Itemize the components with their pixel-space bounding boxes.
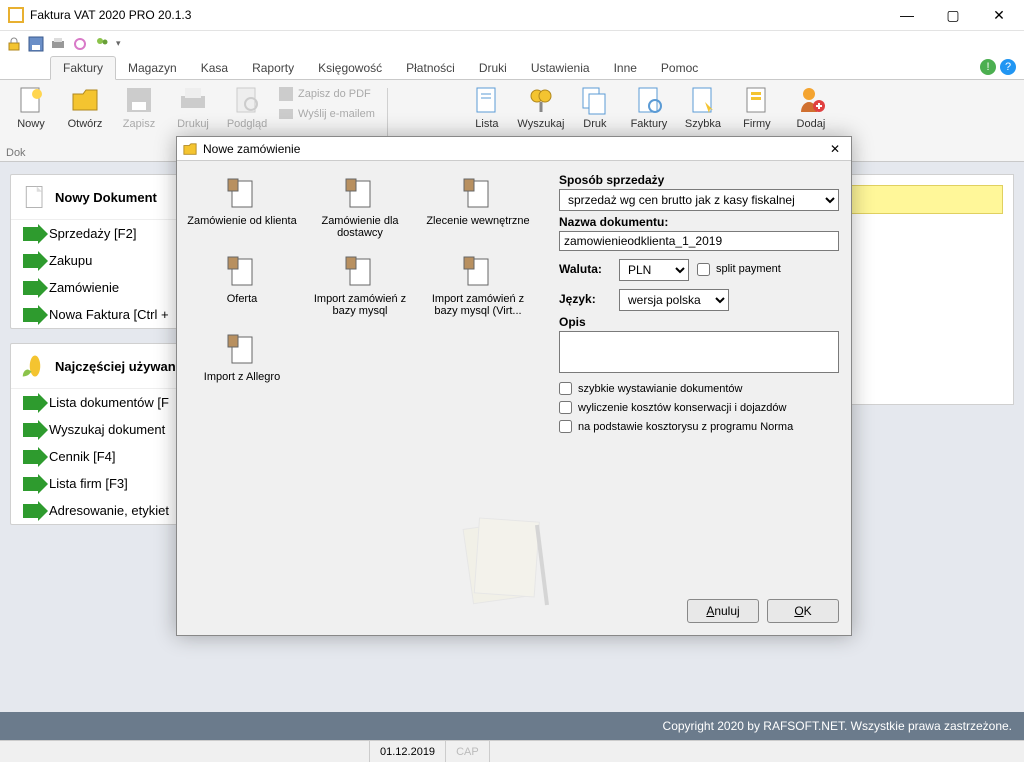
arrow-icon (23, 477, 41, 491)
arrow-icon (23, 396, 41, 410)
lbl-sposob: Sposób sprzedaży (559, 173, 839, 187)
info-icon[interactable]: ! (980, 59, 996, 75)
lbl-nazwa: Nazwa dokumentu: (559, 215, 839, 229)
tab-druki[interactable]: Druki (467, 57, 519, 79)
select-jezyk[interactable]: wersja polska (619, 289, 729, 311)
tab-platnosci[interactable]: Płatności (394, 57, 467, 79)
settings-icon[interactable] (72, 36, 88, 52)
help-icon[interactable]: ? (1000, 59, 1016, 75)
quick-access-toolbar: ▾ (0, 30, 1024, 56)
rb-otworz[interactable]: Otwórz (60, 84, 110, 157)
titlebar: Faktura VAT 2020 PRO 20.1.3 — ▢ ✕ (0, 0, 1024, 30)
select-sposob[interactable]: sprzedaż wg cen brutto jak z kasy fiskal… (559, 189, 839, 211)
close-button[interactable]: ✕ (976, 0, 1022, 30)
tab-faktury[interactable]: Faktury (50, 56, 116, 80)
dlg-item-zlecenie[interactable]: Zlecenie wewnętrzne (419, 175, 537, 239)
lbl-waluta: Waluta: (559, 262, 611, 276)
textarea-opis[interactable] (559, 331, 839, 373)
corn-icon (21, 352, 49, 380)
dialog-close-button[interactable]: ✕ (825, 142, 845, 156)
rb-zapisz: Zapisz (114, 84, 164, 157)
tab-inne[interactable]: Inne (602, 57, 649, 79)
select-waluta[interactable]: PLN (619, 259, 689, 281)
footer: Copyright 2020 by RAFSOFT.NET. Wszystkie… (0, 712, 1024, 740)
status-date: 01.12.2019 (370, 741, 446, 762)
rb-zapisz-pdf: Zapisz do PDF (276, 84, 377, 104)
lbl-opis: Opis (559, 315, 839, 329)
dialog-titlebar: Nowe zamówienie ✕ (177, 137, 851, 161)
arrow-icon (23, 450, 41, 464)
arrow-icon (23, 281, 41, 295)
document-icon (21, 183, 49, 211)
chk-kosztorys[interactable]: na podstawie kosztorysu z programu Norma (559, 420, 839, 433)
users-icon[interactable] (94, 36, 110, 52)
arrow-icon (23, 308, 41, 322)
arrow-icon (23, 423, 41, 437)
arrow-icon (23, 254, 41, 268)
lbl-jezyk: Język: (559, 292, 611, 306)
rb-wyslij-email: Wyślij e-mailem (276, 104, 377, 124)
save-icon[interactable] (28, 36, 44, 52)
ribbon-tabs: Faktury Magazyn Kasa Raporty Księgowość … (0, 56, 1024, 80)
dialog-form: Sposób sprzedaży sprzedaż wg cen brutto … (547, 161, 851, 635)
chk-szybkie[interactable]: szybkie wystawianie dokumentów (559, 382, 839, 395)
tab-raporty[interactable]: Raporty (240, 57, 306, 79)
lock-icon[interactable] (6, 36, 22, 52)
tab-pomoc[interactable]: Pomoc (649, 57, 710, 79)
status-cap: CAP (446, 741, 490, 762)
dlg-item-import-mysql-virt[interactable]: Import zamówień z bazy mysql (Virt... (419, 253, 537, 317)
chk-split[interactable]: split payment (697, 263, 781, 276)
minimize-button[interactable]: — (884, 0, 930, 30)
dlg-item-zamowienie-dostawcy[interactable]: Zamówienie dla dostawcy (301, 175, 419, 239)
dialog-nowe-zamowienie: Nowe zamówienie ✕ Zamówienie od klienta … (176, 136, 852, 636)
input-nazwa[interactable] (559, 231, 839, 251)
arrow-icon (23, 504, 41, 518)
tab-ksiegowosc[interactable]: Księgowość (306, 57, 394, 79)
dlg-item-import-allegro[interactable]: Import z Allegro (183, 331, 301, 383)
maximize-button[interactable]: ▢ (930, 0, 976, 30)
dlg-item-oferta[interactable]: Oferta (183, 253, 301, 317)
tab-magazyn[interactable]: Magazyn (116, 57, 189, 79)
tab-kasa[interactable]: Kasa (189, 57, 240, 79)
qat-dropdown[interactable]: ▾ (116, 38, 121, 49)
dialog-cancel-button[interactable]: Anuluj (687, 599, 759, 623)
app-icon (8, 7, 24, 23)
statusbar: 01.12.2019 CAP (0, 740, 1024, 762)
tab-ustawienia[interactable]: Ustawienia (519, 57, 602, 79)
dialog-title: Nowe zamówienie (203, 142, 300, 156)
watermark-icon (447, 495, 567, 615)
print-icon[interactable] (50, 36, 66, 52)
dialog-ok-button[interactable]: OK (767, 599, 839, 623)
arrow-icon (23, 227, 41, 241)
folder-icon (183, 142, 197, 156)
dlg-item-zamowienie-klienta[interactable]: Zamówienie od klienta (183, 175, 301, 239)
chk-wyliczenie[interactable]: wyliczenie kosztów konserwacji i dojazdó… (559, 401, 839, 414)
window-title: Faktura VAT 2020 PRO 20.1.3 (30, 8, 191, 22)
ribbon-group-label: Dok (6, 147, 26, 159)
dlg-item-import-mysql[interactable]: Import zamówień z bazy mysql (301, 253, 419, 317)
